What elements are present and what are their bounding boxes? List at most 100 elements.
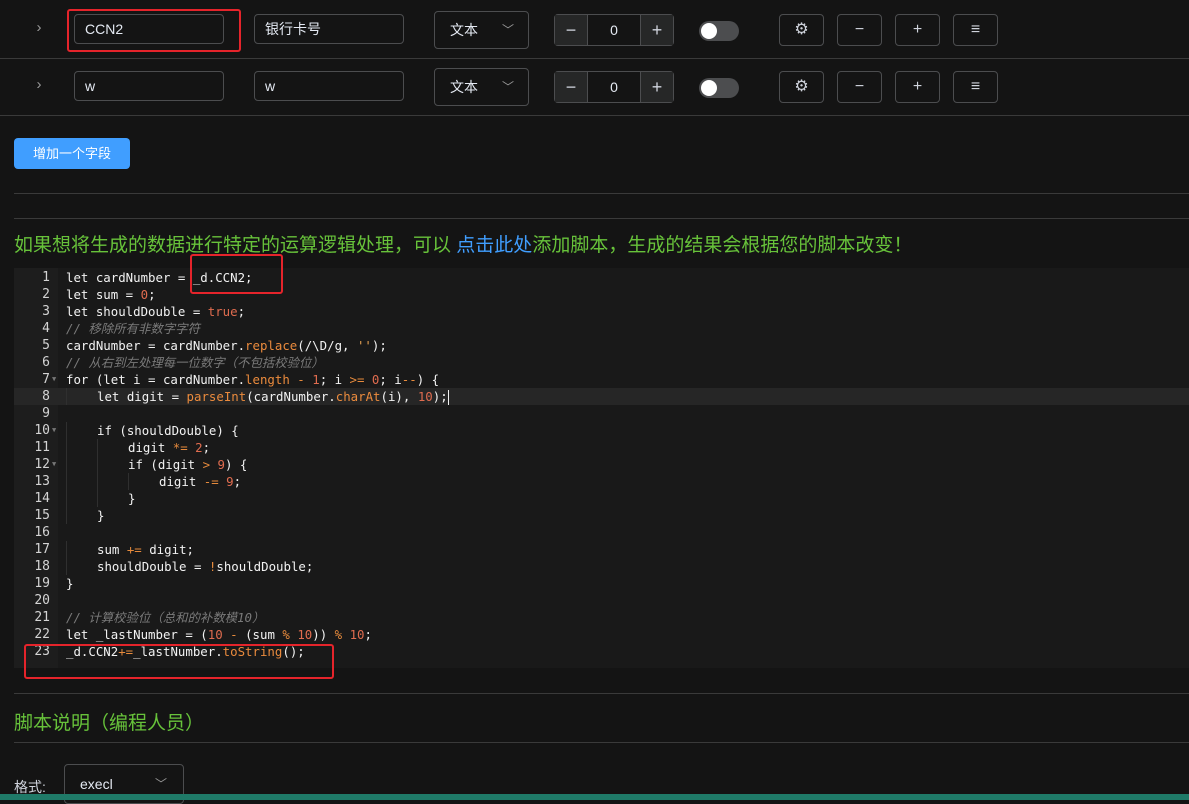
divider [14,193,1189,194]
line-number: 14 [34,491,50,506]
line-number: 20 [34,593,50,608]
code-line[interactable]: 13 digit -= 9; [14,473,1189,490]
code-text: // 从右到左处理每一位数字（不包括校验位） [66,355,324,370]
menu-button[interactable]: ≡ [953,71,998,103]
code-line[interactable]: 12 ▼ if (digit > 9) { [14,456,1189,473]
field-type-select[interactable]: 文本 ﹀ [434,11,529,49]
code-line[interactable]: 8 let digit = parseInt(cardNumber.charAt(… [14,388,1189,405]
field-name-input[interactable]: w [74,71,224,101]
code-text: // 计算校验位（总和的补数模10） [66,610,265,625]
line-number: 16 [34,525,50,540]
code-text: if (shouldDouble) { [66,422,239,439]
code-line[interactable]: 6 // 从右到左处理每一位数字（不包括校验位） [14,354,1189,371]
code-line[interactable]: 20 [14,592,1189,609]
code-line[interactable]: 10 ▼ if (shouldDouble) { [14,422,1189,439]
code-line[interactable]: 2 let sum = 0; [14,286,1189,303]
code-text: sum += digit; [66,541,194,558]
line-number: 4 [42,321,50,336]
code-line[interactable]: 21 // 计算校验位（总和的补数模10） [14,609,1189,626]
fold-arrow-icon[interactable]: ▼ [52,371,56,388]
code-text: let digit = parseInt(cardNumber.charAt(i… [66,388,449,405]
code-text: shouldDouble = !shouldDouble; [66,558,313,575]
field-toggle[interactable] [699,78,739,98]
code-line[interactable]: 16 [14,524,1189,541]
line-number: 1 [42,270,50,285]
code-line[interactable]: 17 sum += digit; [14,541,1189,558]
line-number: 13 [34,474,50,489]
chevron-right-icon[interactable]: › [32,19,46,36]
code-editor[interactable]: 1 let cardNumber = _d.CCN2; 2 let sum = 0; 3… [14,268,1189,668]
line-number: 17 [34,542,50,557]
code-line[interactable]: 19} [14,575,1189,592]
stepper-value[interactable]: 0 [587,72,641,102]
code-line[interactable]: 15} [14,507,1189,524]
field-toggle[interactable] [699,21,739,41]
fold-arrow-icon[interactable]: ▼ [52,422,56,439]
code-line[interactable]: 3 let shouldDouble = true; [14,303,1189,320]
code-line[interactable]: 1 let cardNumber = _d.CCN2; [14,269,1189,286]
code-line[interactable]: 18 shouldDouble = !shouldDouble; [14,558,1189,575]
divider [14,742,1189,743]
code-line[interactable]: 11 digit *= 2; [14,439,1189,456]
gear-icon: ⚙ [794,21,809,38]
line-number: 23 [34,644,50,659]
code-text: } [66,576,74,591]
code-text: digit *= 2; [66,439,210,456]
add-field-after-button[interactable]: + [895,71,940,103]
menu-button[interactable]: ≡ [953,14,998,46]
chevron-right-icon[interactable]: › [32,76,46,93]
line-number: 19 [34,576,50,591]
notice-suffix: 添加脚本，生成的结果会根据您的脚本改变！ [532,235,913,256]
stepper-increment-button[interactable]: + [640,15,673,45]
chevron-down-icon: ﹀ [501,23,514,37]
script-description-title: 脚本说明（编程人员） [14,713,205,734]
line-number: 7 [42,372,50,387]
minus-icon: − [854,78,865,95]
add-script-link[interactable]: 点击此处 [456,235,532,256]
code-text: digit -= 9; [66,473,241,490]
remove-field-button[interactable]: − [837,14,882,46]
stepper-increment-button[interactable]: + [640,72,673,102]
code-line[interactable]: 23 _d.CCN2+=_lastNumber.toString(); [14,643,1189,660]
plus-icon: + [912,78,923,95]
count-stepper: − 0 + [554,14,674,46]
settings-button[interactable]: ⚙ [779,14,824,46]
code-text: let shouldDouble = true; [66,304,246,319]
field-label-input[interactable]: w [254,71,404,101]
remove-field-button[interactable]: − [837,71,882,103]
line-number: 8 [42,389,50,404]
code-line[interactable]: 5 cardNumber = cardNumber.replace(/\D/g, … [14,337,1189,354]
count-stepper: − 0 + [554,71,674,103]
add-field-button[interactable]: 增加一个字段 [14,138,130,169]
field-row: › CCN2 银行卡号 文本 ﹀ − 0 + ⚙ − + ≡ [0,1,1189,59]
list-icon: ≡ [970,78,981,95]
code-line[interactable]: 22 let _lastNumber = (10 - (sum % 10)) % … [14,626,1189,643]
code-line[interactable]: 9 [14,405,1189,422]
stepper-decrement-button[interactable]: − [555,15,588,45]
code-line[interactable]: 4 // 移除所有非数字字符 [14,320,1189,337]
stepper-decrement-button[interactable]: − [555,72,588,102]
fold-arrow-icon[interactable]: ▼ [52,456,56,473]
code-line[interactable]: 14} [14,490,1189,507]
line-number: 10 [34,423,50,438]
field-name-input[interactable]: CCN2 [74,14,224,44]
code-lines: 1 let cardNumber = _d.CCN2; 2 let sum = 0; 3… [14,269,1189,660]
field-label-input[interactable]: 银行卡号 [254,14,404,44]
code-text: } [66,490,135,507]
field-type-select[interactable]: 文本 ﹀ [434,68,529,106]
stepper-value[interactable]: 0 [587,15,641,45]
code-text: if (digit > 9) { [66,456,247,473]
gear-icon: ⚙ [794,78,809,95]
code-text: // 移除所有非数字字符 [66,321,200,336]
chevron-down-icon: ﹀ [501,80,514,94]
add-field-after-button[interactable]: + [895,14,940,46]
line-number: 18 [34,559,50,574]
bottom-bar [0,794,1189,800]
code-line[interactable]: 7 ▼ for (let i = cardNumber.length - 1; i … [14,371,1189,388]
line-number: 3 [42,304,50,319]
code-text: let _lastNumber = (10 - (sum % 10)) % 10… [66,627,372,642]
settings-button[interactable]: ⚙ [779,71,824,103]
line-number: 6 [42,355,50,370]
code-text: for (let i = cardNumber.length - 1; i >=… [66,372,440,387]
line-number: 2 [42,287,50,302]
